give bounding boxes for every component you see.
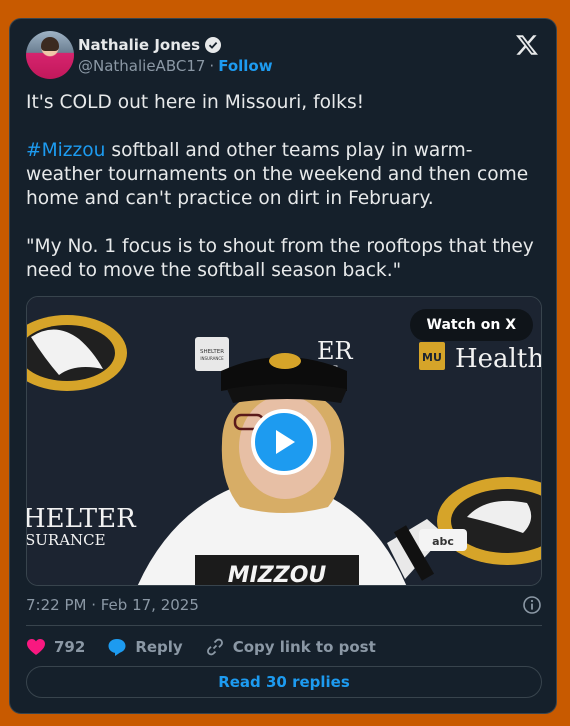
video-media[interactable]: SHELTER INSURANCE ER CE MU Health HELTER…	[26, 296, 542, 586]
author-name[interactable]: Nathalie Jones	[78, 36, 200, 54]
sign-surance-text: SURANCE	[27, 531, 106, 549]
mic-flag-text: abc	[432, 535, 454, 548]
embedded-post-card: Nathalie Jones @NathalieABC17 · Follow I…	[9, 18, 557, 714]
link-icon	[206, 638, 223, 656]
reply-label: Reply	[135, 638, 183, 656]
author-name-row: Nathalie Jones	[78, 36, 221, 54]
separator-dot: ·	[209, 57, 215, 75]
post-text: It's COLD out here in Missouri, folks! #…	[26, 91, 542, 283]
watch-on-x-button[interactable]: Watch on X	[409, 309, 533, 341]
reply-action[interactable]: Reply	[107, 637, 183, 657]
verified-badge-icon	[205, 37, 221, 53]
post-actions: 792 Reply Copy link to post	[26, 636, 542, 658]
x-logo-icon[interactable]	[514, 33, 540, 57]
play-button-icon[interactable]	[251, 409, 317, 475]
post-text-paragraph-2: #Mizzou softball and other teams play in…	[26, 139, 542, 211]
copy-link-label: Copy link to post	[232, 638, 376, 656]
post-header: Nathalie Jones @NathalieABC17 · Follow	[26, 31, 542, 81]
read-replies-button[interactable]: Read 30 replies	[26, 666, 542, 698]
post-text-line-1: It's COLD out here in Missouri, folks!	[26, 92, 365, 113]
post-text-quote: "My No. 1 focus is to shout from the roo…	[26, 236, 534, 281]
like-action[interactable]: 792	[26, 638, 85, 656]
post-timestamp[interactable]: 7:22 PM · Feb 17, 2025	[26, 596, 199, 614]
hashtag-link[interactable]: #Mizzou	[26, 140, 105, 161]
like-count: 792	[54, 638, 86, 656]
post-meta-row: 7:22 PM · Feb 17, 2025	[26, 596, 542, 614]
sign-er-text: ER	[317, 337, 354, 365]
sign-helter-text: HELTER	[27, 504, 137, 534]
follow-button[interactable]: Follow	[218, 57, 272, 75]
author-avatar[interactable]	[26, 31, 74, 79]
author-handle[interactable]: @NathalieABC17	[78, 57, 205, 75]
heart-icon	[27, 639, 45, 655]
info-icon[interactable]	[522, 595, 542, 615]
shelter-logo-text: SHELTER	[200, 349, 224, 355]
sign-health-text: Health	[455, 344, 542, 374]
shelter-logo-subtext: INSURANCE	[200, 356, 224, 361]
reply-bubble-icon	[108, 639, 126, 656]
shirt-text: MIZZOU	[228, 563, 327, 586]
divider	[26, 625, 542, 626]
mu-logo-text: MU	[422, 351, 442, 364]
author-handle-row: @NathalieABC17 · Follow	[78, 57, 273, 75]
copy-link-action[interactable]: Copy link to post	[205, 637, 376, 657]
